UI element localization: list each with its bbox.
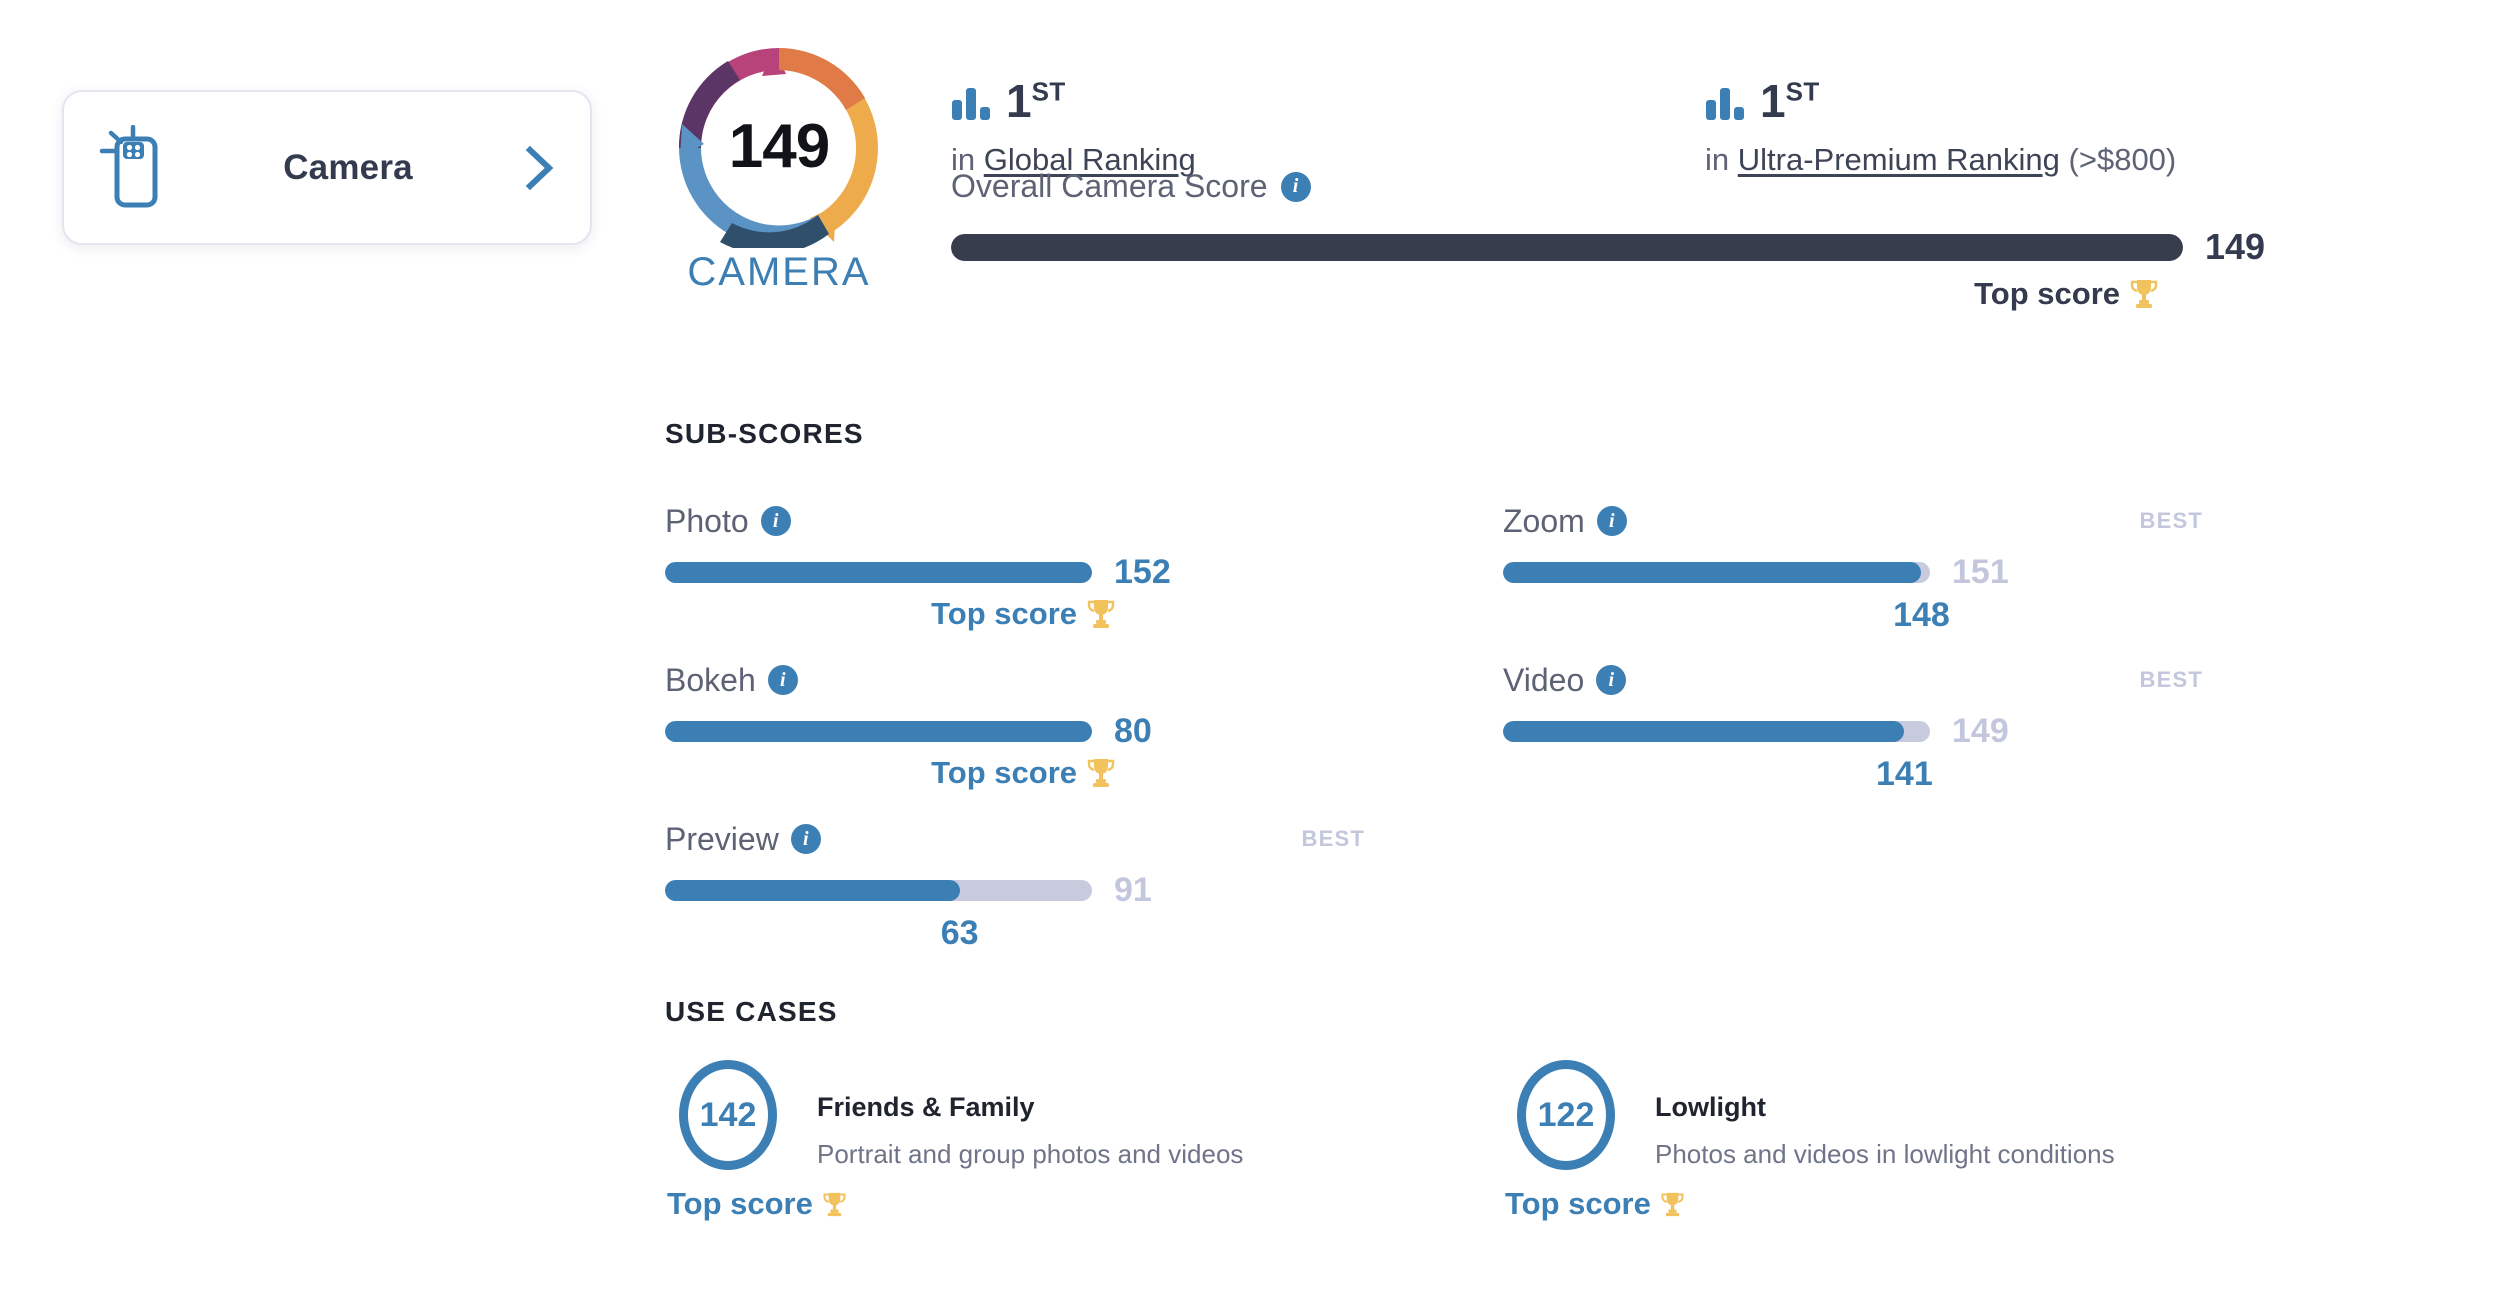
sub-score-bar (665, 880, 1092, 901)
use-case-card: 122 Top score Lowlight Photos and videos in… (1503, 1060, 2263, 1222)
sub-score-top-badge: Top score (931, 596, 1116, 632)
use-case-card: 142 Top score Friends & Family Portrait and… (665, 1060, 1425, 1222)
sub-score-name-group: Video i (1503, 661, 1627, 699)
sub-score-top-badge: Top score (931, 755, 1116, 791)
camera-score-panel: 149 CAMERA 1ST in Global Ranking 1ST in … (665, 0, 2305, 1298)
sub-score-bar (1503, 562, 1930, 583)
overall-score-value: 149 (2205, 226, 2266, 267)
overall-score-bar-fill (951, 233, 2183, 261)
chevron-right-icon[interactable] (522, 144, 556, 192)
overall-top-score-badge: Top score (1974, 276, 2159, 312)
sub-score-name: Preview (665, 820, 779, 857)
trophy-icon (1087, 600, 1115, 628)
use-case-score-circle: 142 (679, 1060, 777, 1170)
use-case-description: Photos and videos in lowlight conditions (1655, 1139, 2115, 1169)
info-icon[interactable]: i (760, 506, 791, 536)
score-header: 149 CAMERA 1ST in Global Ranking 1ST in … (665, 48, 2305, 311)
sub-score-best-label: BEST (1301, 826, 1365, 851)
sub-score-name-group: Zoom i (1503, 503, 1627, 540)
bar-chart-icon (952, 88, 990, 120)
use-cases-title: USE CASES (665, 996, 838, 1027)
sub-score-name-group: Preview i (665, 821, 821, 858)
trophy-icon (823, 1192, 846, 1216)
info-icon[interactable]: i (767, 665, 798, 695)
sub-scores-column-left: Photo i 152 Top score Bokeh i 80 Top score Previ… (665, 500, 1365, 977)
use-case-top-badge: Top score (1505, 1186, 1685, 1222)
use-case-score-circle: 122 (1517, 1060, 1615, 1170)
info-icon[interactable]: i (1596, 506, 1627, 536)
overall-score-badge-value: 149 (728, 112, 830, 182)
overall-top-score-label: Top score (1974, 276, 2120, 311)
sub-score-row: Video i BEST 149 141 (1503, 659, 2203, 818)
sub-score-name: Photo (665, 502, 749, 539)
sub-score-row: Photo i 152 Top score (665, 500, 1365, 659)
sub-score-bar-fill (665, 562, 1092, 583)
sub-score-value: 80 (1114, 712, 1152, 750)
sub-score-bar (665, 562, 1092, 583)
overall-camera-score-label: Overall Camera Score (951, 168, 1268, 204)
dxomark-camera-badge: 149 CAMERA (665, 48, 893, 295)
sub-score-value: 141 (1876, 755, 1933, 793)
sub-score-value: 148 (1893, 596, 1950, 634)
ranking-global: 1ST in Global Ranking (951, 66, 1196, 178)
sub-score-bar-fill (1503, 562, 1922, 583)
sub-score-row: Preview i BEST 91 63 (665, 818, 1365, 977)
sub-score-best-value: 91 (1114, 871, 1152, 909)
sub-score-bar-fill (665, 880, 960, 901)
sub-score-best-label: BEST (2139, 508, 2203, 533)
sub-score-bar-fill (665, 721, 1092, 742)
use-case-top-label: Top score (667, 1186, 813, 1221)
sub-score-best-value: 149 (1952, 712, 2009, 750)
info-icon[interactable]: i (1280, 171, 1311, 202)
use-case-title: Friends & Family (817, 1092, 1035, 1122)
ranking-global-place: 1ST (1006, 75, 1066, 127)
sub-score-best-label: BEST (2139, 667, 2203, 692)
sub-score-value: 152 (1114, 553, 1171, 591)
sub-score-value: 63 (940, 914, 979, 952)
sidebar-item-label: Camera (283, 147, 413, 187)
info-icon[interactable]: i (790, 824, 821, 854)
bar-chart-icon (1706, 88, 1744, 120)
use-case-top-label: Top score (1505, 1186, 1651, 1221)
use-case-top-badge: Top score (667, 1186, 847, 1222)
brand-word-camera: CAMERA (687, 250, 871, 294)
sub-score-top-label: Top score (931, 596, 1077, 631)
sub-score-row: Bokeh i 80 Top score (665, 659, 1365, 818)
sidebar: Camera (62, 90, 592, 245)
sidebar-item-camera[interactable]: Camera (62, 90, 592, 245)
sub-score-name-group: Bokeh i (665, 662, 798, 699)
sub-score-row: Zoom i BEST 151 148 (1503, 500, 2203, 659)
sub-score-best-value: 151 (1952, 553, 2009, 591)
trophy-icon (2130, 280, 2158, 308)
trophy-icon (1087, 759, 1115, 787)
sub-score-bar (665, 721, 1092, 742)
sub-score-bar (1503, 721, 1930, 742)
sub-score-name-group: Photo i (665, 503, 791, 540)
overall-score-bar (951, 233, 2183, 261)
ranking-ultra-premium-place: 1ST (1760, 75, 1820, 127)
sub-score-top-label: Top score (931, 755, 1077, 790)
sub-scores-column-right: Zoom i BEST 151 148 Video i BEST 149 141 (1503, 500, 2203, 818)
info-icon[interactable]: i (1596, 665, 1627, 695)
sub-score-bar-fill (1503, 721, 1905, 742)
use-case-title: Lowlight (1655, 1092, 1766, 1122)
sub-score-name: Video (1503, 661, 1585, 698)
sub-score-name: Bokeh (665, 661, 756, 698)
sub-score-name: Zoom (1503, 502, 1585, 539)
phone-camera-icon (99, 124, 158, 207)
trophy-icon (1661, 1192, 1684, 1216)
ranking-ultra-premium: 1ST in Ultra-Premium Ranking (>$800) (1705, 66, 2176, 178)
use-case-description: Portrait and group photos and videos (817, 1139, 1244, 1169)
sub-scores-title: SUB-SCORES (665, 418, 864, 449)
overall-camera-score: Overall Camera Score i 149 Top score (951, 168, 2305, 312)
